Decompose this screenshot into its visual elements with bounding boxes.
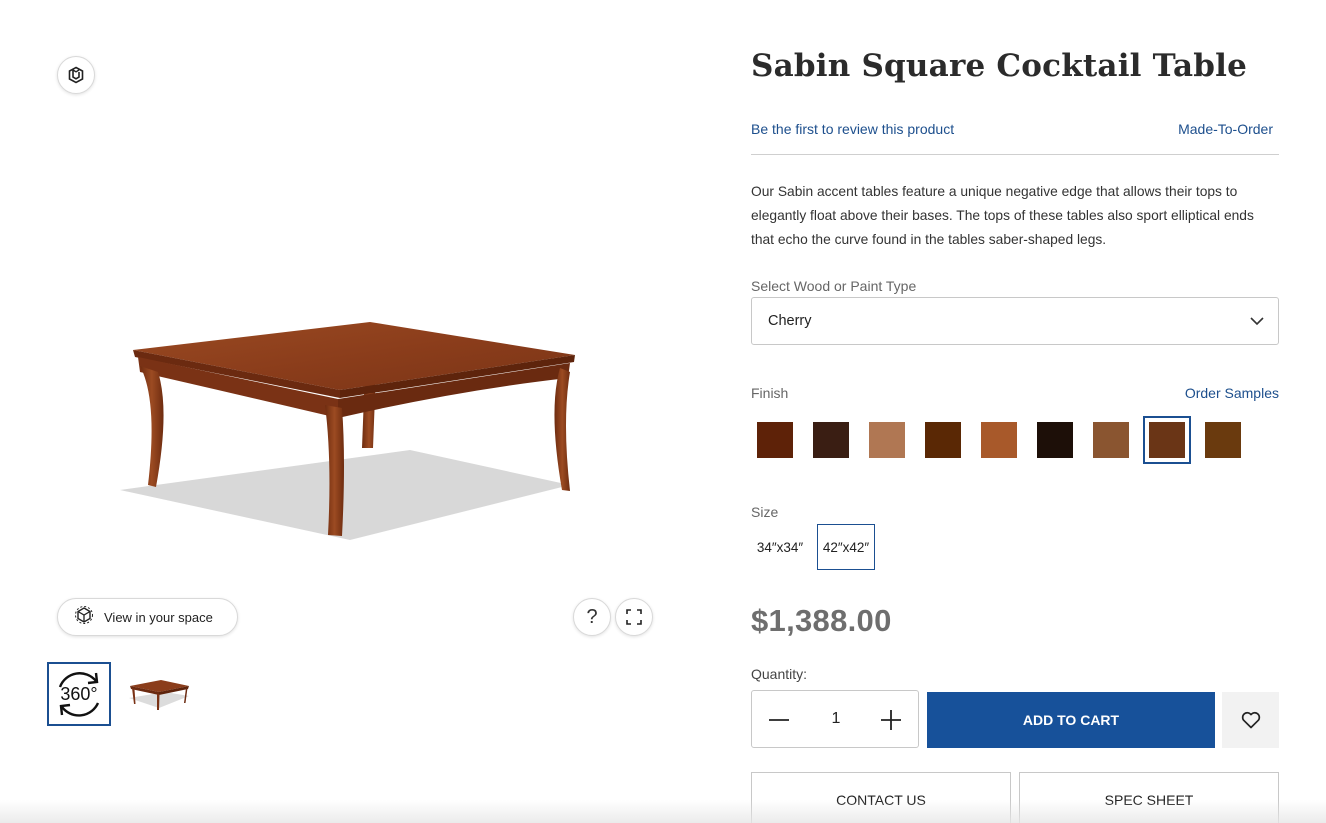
finish-swatch[interactable] bbox=[863, 416, 911, 464]
thumbnail-table-image[interactable] bbox=[125, 668, 193, 716]
view-in-your-space-button[interactable]: View in your space bbox=[57, 598, 238, 636]
finish-swatch[interactable] bbox=[1087, 416, 1135, 464]
thumbnail-360-label: 360° bbox=[60, 684, 97, 704]
finish-label: Finish bbox=[751, 385, 789, 401]
finish-swatch-chip bbox=[1205, 422, 1241, 458]
finish-swatch[interactable] bbox=[1031, 416, 1079, 464]
finish-swatch-chip bbox=[925, 422, 961, 458]
spec-sheet-button[interactable]: SPEC SHEET bbox=[1019, 772, 1279, 823]
finish-swatch-selected[interactable] bbox=[1143, 416, 1191, 464]
thumbnail-360[interactable]: 360° bbox=[47, 662, 111, 726]
quantity-label: Quantity: bbox=[751, 666, 808, 682]
finish-swatch-chip bbox=[757, 422, 793, 458]
wood-type-value: Cherry bbox=[768, 313, 812, 329]
help-icon: ? bbox=[586, 605, 598, 628]
size-option-selected[interactable]: 42″x42″ bbox=[817, 524, 875, 570]
finish-swatch[interactable] bbox=[1199, 416, 1247, 464]
finish-swatch-chip bbox=[1037, 422, 1073, 458]
finish-swatch[interactable] bbox=[751, 416, 799, 464]
view-in-your-space-label: View in your space bbox=[104, 609, 213, 625]
finish-swatch[interactable] bbox=[807, 416, 855, 464]
fullscreen-icon bbox=[626, 609, 642, 625]
order-samples-link[interactable]: Order Samples bbox=[1185, 385, 1279, 401]
finish-swatch-chip bbox=[981, 422, 1017, 458]
review-link[interactable]: Be the first to review this product bbox=[751, 121, 954, 137]
finish-swatch-chip bbox=[1093, 422, 1129, 458]
finish-swatch[interactable] bbox=[975, 416, 1023, 464]
add-to-cart-button[interactable]: ADD TO CART bbox=[927, 692, 1215, 748]
made-to-order-badge: Made-To-Order bbox=[1178, 121, 1273, 137]
finish-swatch[interactable] bbox=[919, 416, 967, 464]
chevron-down-icon bbox=[1250, 317, 1264, 326]
size-option[interactable]: 34″x34″ bbox=[751, 524, 809, 570]
finish-swatch-chip bbox=[813, 422, 849, 458]
contact-us-button[interactable]: CONTACT US bbox=[751, 772, 1011, 823]
product-title: Sabin Square Cocktail Table bbox=[751, 48, 1248, 84]
fullscreen-button[interactable] bbox=[615, 598, 653, 636]
finish-swatch-chip bbox=[869, 422, 905, 458]
plus-icon[interactable] bbox=[880, 709, 902, 731]
finish-swatch-chip bbox=[1149, 422, 1185, 458]
product-viewer[interactable]: View in your space ? 360° bbox=[0, 0, 700, 823]
price: $1,388.00 bbox=[751, 603, 892, 638]
help-button[interactable]: ? bbox=[573, 598, 611, 636]
wood-type-select[interactable]: Cherry bbox=[751, 297, 1279, 345]
wishlist-button[interactable] bbox=[1222, 692, 1279, 748]
heart-icon bbox=[1241, 711, 1260, 729]
divider bbox=[751, 154, 1279, 155]
size-label: Size bbox=[751, 504, 779, 520]
ar-cube-icon[interactable] bbox=[57, 56, 95, 94]
product-description: Our Sabin accent tables feature a unique… bbox=[751, 184, 1254, 247]
table-3d-model[interactable] bbox=[100, 300, 600, 550]
quantity-stepper: 1 bbox=[751, 690, 919, 748]
ar-view-icon bbox=[74, 605, 94, 630]
wood-type-label: Select Wood or Paint Type bbox=[751, 278, 917, 294]
